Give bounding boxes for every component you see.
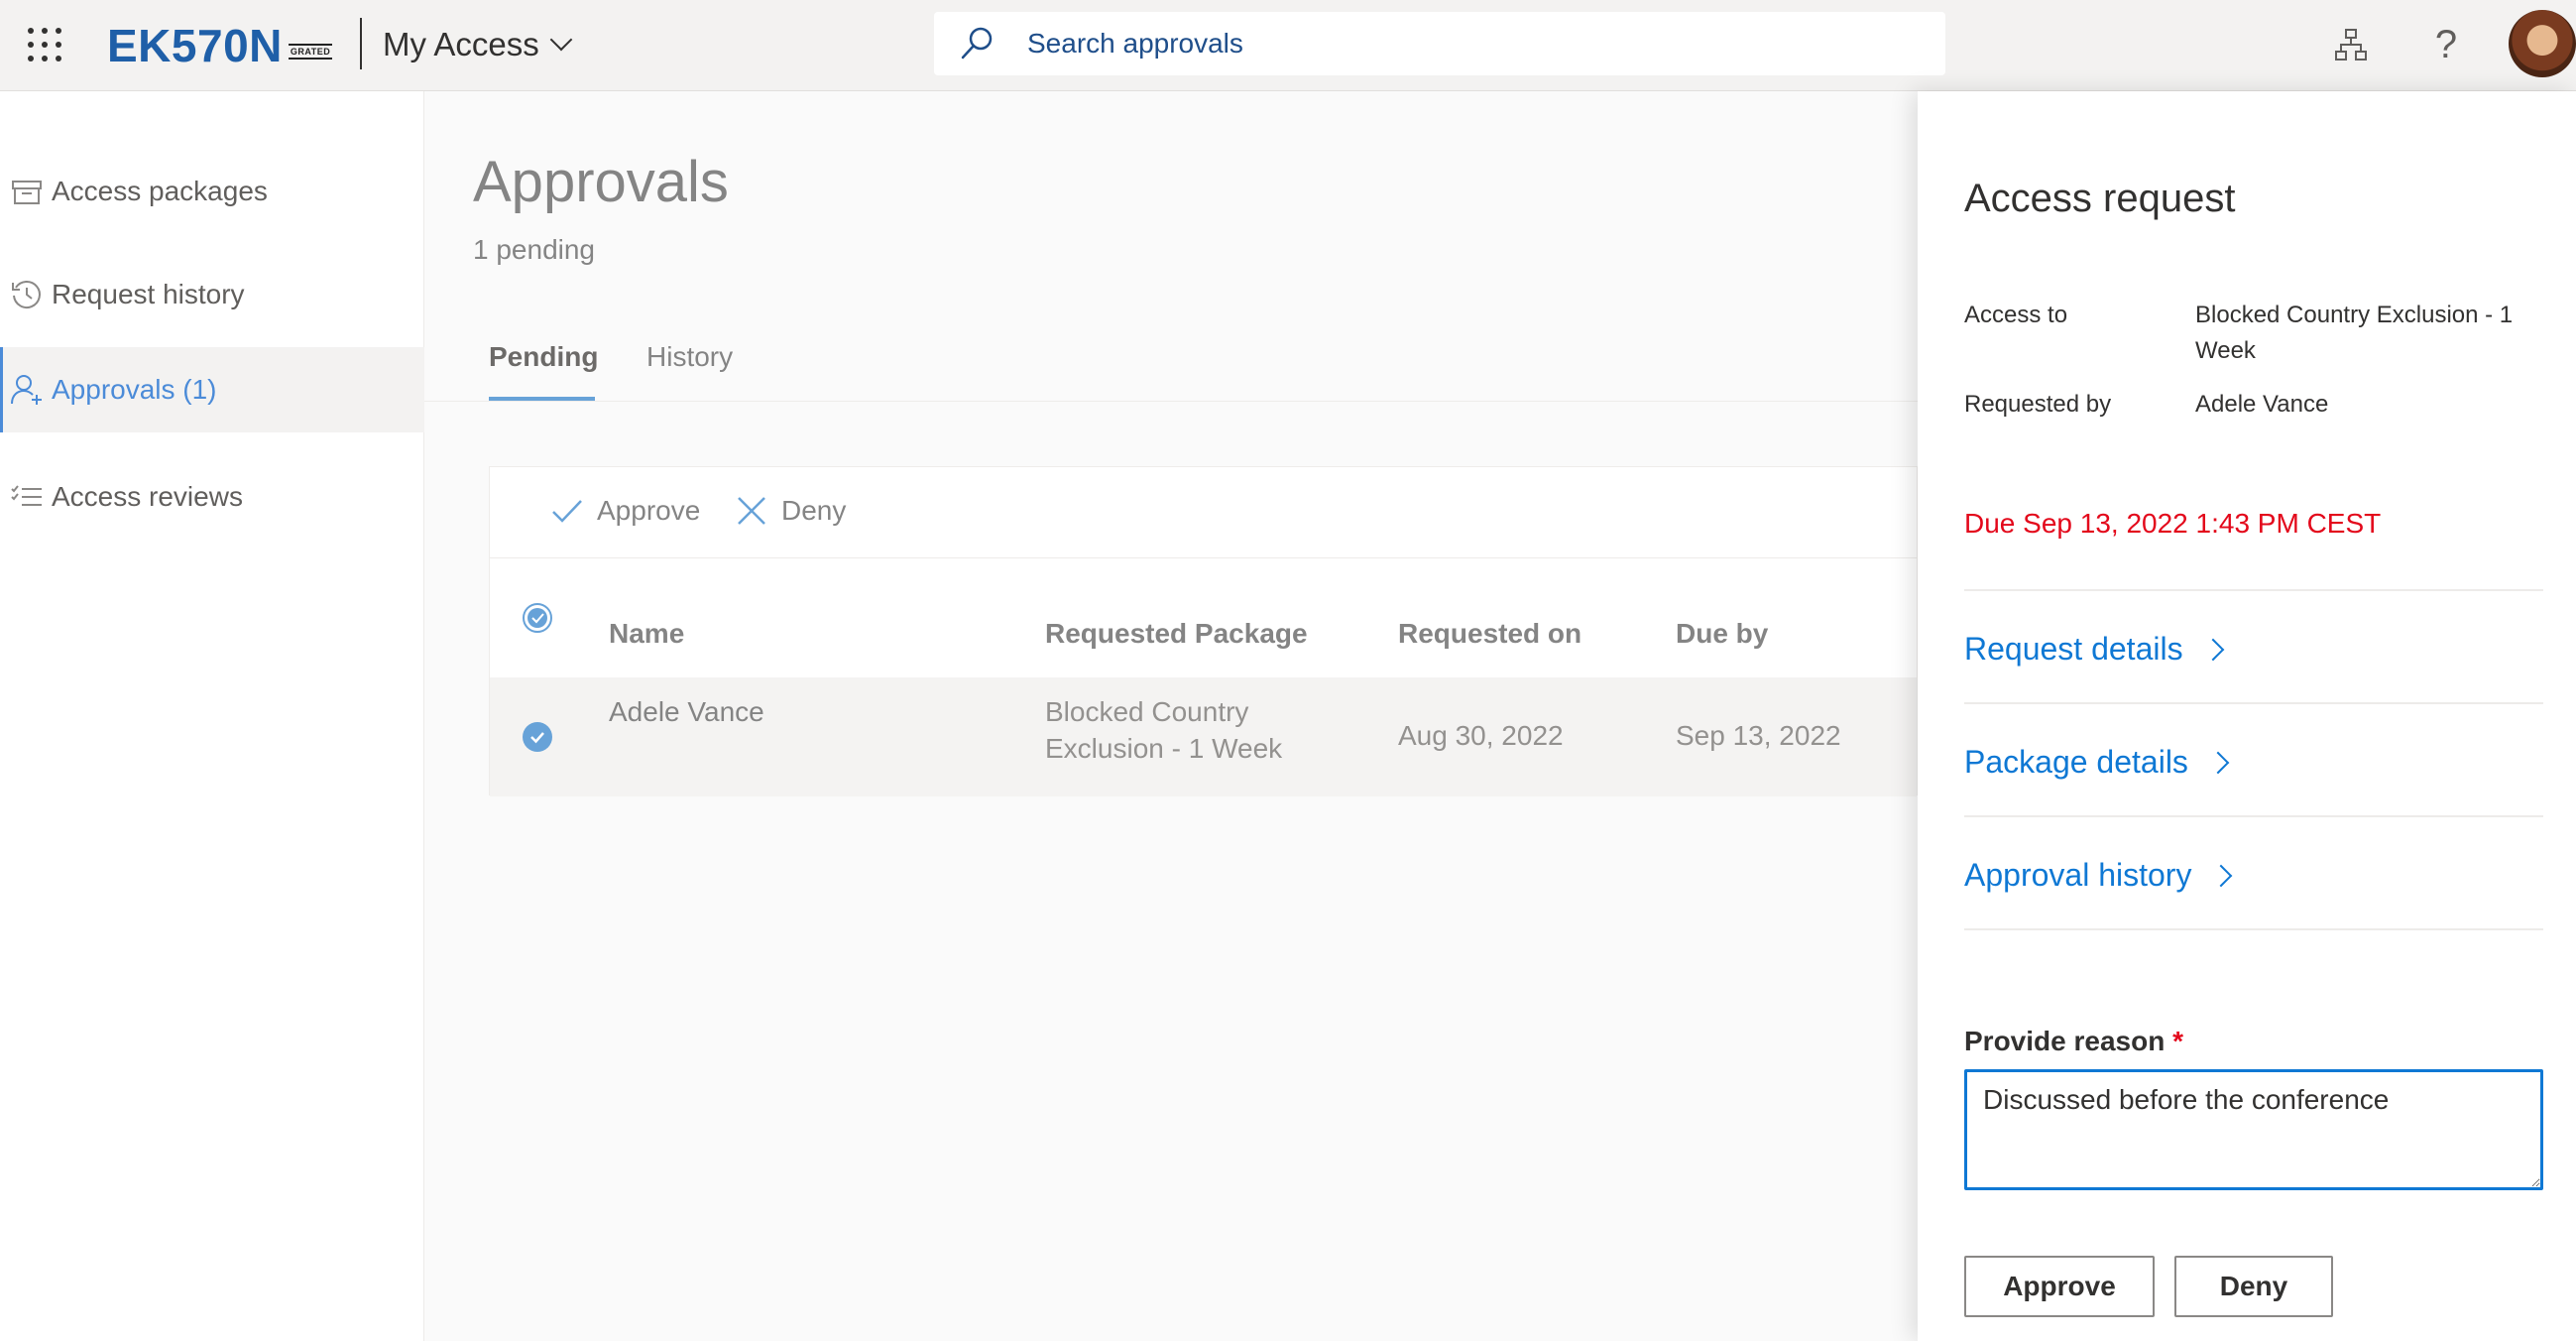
- reason-label: Provide reason *: [1964, 1026, 2183, 1057]
- requested-by-label: Requested by: [1964, 391, 2112, 418]
- top-bar: EK570N GRATED My Access ?: [0, 0, 2576, 91]
- approval-history-label: Approval history: [1964, 857, 2192, 893]
- deny-command[interactable]: Deny: [736, 495, 846, 527]
- sidebar-item-access-packages[interactable]: Access packages: [0, 149, 424, 234]
- tab-divider: [424, 401, 1918, 402]
- reason-label-text: Provide reason: [1964, 1026, 2166, 1056]
- panel-divider: [1964, 702, 2543, 704]
- page-title: Approvals: [473, 150, 729, 214]
- chevron-right-icon: [2210, 864, 2233, 887]
- org-chart-icon[interactable]: [2328, 22, 2374, 67]
- command-bar: Approve Deny: [490, 467, 1917, 558]
- help-icon[interactable]: ?: [2423, 22, 2469, 67]
- sidebar-item-request-history[interactable]: Request history: [0, 252, 424, 337]
- package-icon: [12, 181, 42, 204]
- tab-history[interactable]: History: [646, 341, 733, 373]
- checkmark-icon: [552, 500, 582, 523]
- table-row[interactable]: Adele Vance Blocked Country Exclusion - …: [490, 677, 1917, 796]
- sidebar-nav: Access packages Request history Approval…: [0, 91, 424, 1341]
- search-icon: [961, 27, 993, 60]
- panel-divider: [1964, 815, 2543, 817]
- waffle-icon[interactable]: [28, 28, 61, 61]
- approvals-table-card: Approve Deny Name Requested Package Requ…: [489, 466, 1918, 796]
- close-icon: [738, 497, 765, 525]
- deny-button[interactable]: Deny: [2174, 1256, 2333, 1317]
- due-date: Due Sep 13, 2022 1:43 PM CEST: [1964, 508, 2382, 539]
- panel-divider: [1964, 589, 2543, 591]
- approval-history-link[interactable]: Approval history: [1964, 857, 2233, 894]
- header-divider: [360, 18, 362, 69]
- chevron-right-icon: [2206, 751, 2230, 774]
- requested-by-value: Adele Vance: [2195, 391, 2329, 418]
- approve-command-label: Approve: [597, 495, 701, 526]
- approve-button[interactable]: Approve: [1964, 1256, 2155, 1317]
- access-to-value: Blocked Country Exclusion - 1 Week: [2195, 302, 2514, 364]
- package-details-link[interactable]: Package details: [1964, 744, 2230, 781]
- app-title: My Access: [383, 26, 539, 62]
- approver-icon: [11, 375, 42, 405]
- tab-pending[interactable]: Pending: [489, 341, 598, 373]
- sidebar-item-label: Request history: [52, 279, 245, 309]
- sidebar-item-approvals[interactable]: Approvals (1): [0, 347, 424, 432]
- column-header-requested-on[interactable]: Requested on: [1398, 618, 1581, 650]
- access-to-label: Access to: [1964, 302, 2068, 328]
- column-header-package[interactable]: Requested Package: [1045, 618, 1308, 650]
- history-icon: [12, 281, 41, 308]
- row-requested-on: Aug 30, 2022: [1398, 720, 1564, 751]
- search-input[interactable]: [1027, 28, 1820, 60]
- select-all-checkbox[interactable]: [522, 602, 553, 634]
- approve-command[interactable]: Approve: [551, 495, 700, 527]
- app-switcher[interactable]: My Access: [383, 26, 573, 63]
- reason-textarea[interactable]: [1964, 1069, 2543, 1190]
- avatar[interactable]: [2509, 10, 2576, 77]
- panel-title: Access request: [1964, 177, 2236, 220]
- row-due-by: Sep 13, 2022: [1676, 720, 1841, 751]
- package-details-label: Package details: [1964, 744, 2188, 780]
- sidebar-item-label: Approvals (1): [52, 374, 217, 405]
- panel-divider: [1964, 928, 2543, 930]
- chevron-right-icon: [2201, 638, 2224, 661]
- required-marker: *: [2172, 1026, 2183, 1056]
- request-details-label: Request details: [1964, 631, 2183, 667]
- chevron-down-icon: [549, 28, 573, 52]
- row-package-line2: Exclusion - 1 Week: [1045, 733, 1283, 764]
- request-details-link[interactable]: Request details: [1964, 631, 2224, 668]
- checklist-icon: [11, 485, 42, 506]
- row-checkbox[interactable]: [522, 721, 553, 753]
- column-header-name[interactable]: Name: [609, 618, 684, 650]
- row-name: Adele Vance: [609, 696, 764, 727]
- pending-count: 1 pending: [473, 234, 596, 265]
- access-request-panel: Access request Access to Blocked Country…: [1918, 91, 2576, 1341]
- column-header-due-by[interactable]: Due by: [1676, 618, 1768, 650]
- sidebar-item-label: Access reviews: [52, 481, 243, 512]
- sidebar-item-access-reviews[interactable]: Access reviews: [0, 454, 424, 540]
- sidebar-item-label: Access packages: [52, 176, 268, 206]
- search-box: [934, 12, 1945, 75]
- row-package: Blocked Country Exclusion - 1 Week: [1045, 693, 1282, 767]
- company-logo[interactable]: EK570N GRATED: [107, 16, 333, 75]
- logo-text: EK570N: [107, 20, 283, 71]
- row-package-line1: Blocked Country: [1045, 696, 1249, 727]
- deny-command-label: Deny: [781, 495, 847, 526]
- logo-subtext: GRATED: [288, 44, 333, 60]
